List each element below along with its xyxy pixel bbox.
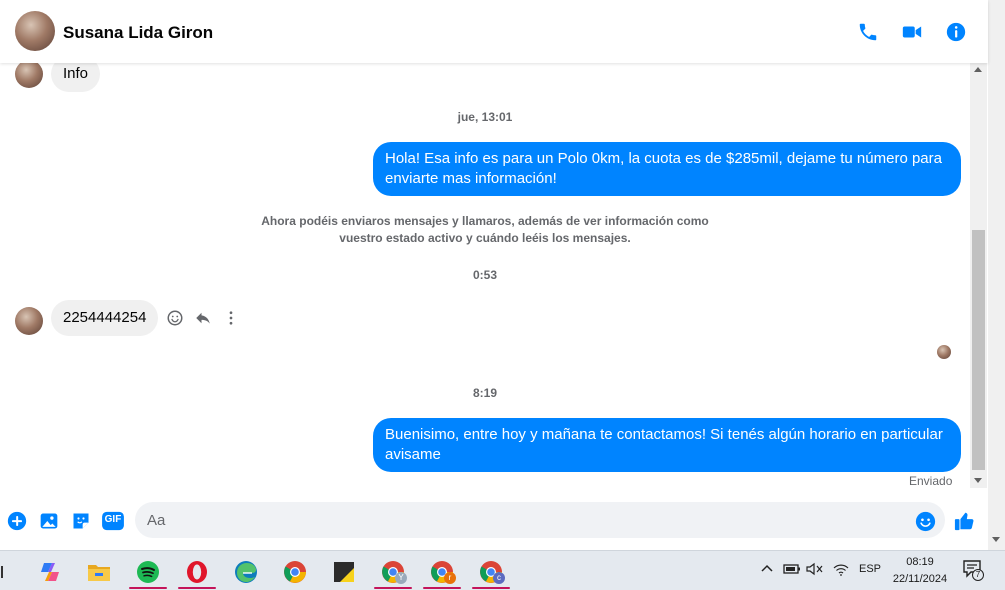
gif-icon[interactable]: GIF — [101, 510, 125, 532]
outgoing-message[interactable]: Hola! Esa info es para un Polo 0km, la c… — [373, 142, 961, 196]
contact-avatar-small[interactable] — [15, 63, 43, 88]
edge-icon[interactable] — [226, 555, 266, 589]
timestamp: jue, 13:01 — [457, 110, 513, 124]
app-running-indicator — [472, 587, 510, 589]
sticker-icon[interactable] — [70, 510, 92, 532]
messages-scrollbar[interactable] — [970, 63, 987, 488]
spotify-icon[interactable] — [128, 555, 168, 589]
react-emoji-icon[interactable] — [164, 307, 186, 329]
app-running-indicator — [129, 587, 167, 589]
read-receipt-avatar — [937, 345, 951, 359]
file-explorer-icon[interactable] — [79, 555, 119, 589]
info-icon[interactable] — [944, 20, 968, 44]
clock-date: 22/11/2024 — [892, 573, 948, 585]
app-running-indicator — [374, 587, 412, 589]
message-actions — [164, 307, 242, 329]
timestamp: 8:19 — [472, 386, 498, 400]
wifi-icon[interactable] — [833, 562, 849, 579]
page-scroll-down-arrow-icon[interactable] — [992, 537, 1000, 542]
scroll-up-arrow-icon[interactable] — [974, 67, 982, 72]
chrome-icon[interactable] — [275, 555, 315, 589]
phone-icon[interactable] — [856, 20, 880, 44]
plus-icon[interactable] — [6, 510, 28, 532]
emoji-icon[interactable] — [914, 510, 936, 532]
task-view-icon[interactable] — [0, 555, 8, 589]
contact-name[interactable]: Susana Lida Giron — [63, 23, 213, 43]
scroll-down-arrow-icon[interactable] — [974, 478, 982, 483]
reply-icon[interactable] — [192, 307, 214, 329]
page-scrollbar[interactable] — [988, 0, 1005, 550]
message-input[interactable] — [135, 502, 945, 538]
connection-notice: Ahora podéis enviaros mensajes y llamaro… — [261, 214, 709, 245]
notifications-icon[interactable]: 7 — [963, 560, 984, 581]
incoming-message[interactable]: Info — [51, 63, 101, 92]
incoming-message[interactable]: 2254444254 — [51, 300, 159, 336]
message-composer: GIF — [0, 490, 988, 550]
profile-badge: Y — [395, 572, 407, 584]
like-icon[interactable] — [954, 510, 976, 532]
gif-label: GIF — [104, 514, 122, 525]
messenger-window: Susana Lida Giron Info jue, 13:01 Hola! … — [0, 0, 1005, 590]
chrome-profile-c-icon[interactable]: c — [471, 555, 511, 589]
chrome-profile-y-icon[interactable]: Y — [373, 555, 413, 589]
notification-count-badge: 7 — [972, 569, 984, 581]
volume-muted-icon[interactable] — [806, 562, 824, 579]
sticky-notes-icon[interactable] — [324, 555, 364, 589]
copilot-icon[interactable] — [30, 555, 70, 589]
message-status: Enviado — [909, 474, 953, 488]
conversation-header: Susana Lida Giron — [0, 0, 988, 63]
system-clock[interactable]: 08:19 22/11/2024 — [885, 554, 955, 588]
show-hidden-icons-chevron-icon[interactable] — [761, 563, 773, 576]
photo-icon[interactable] — [38, 510, 60, 532]
clock-time: 08:19 — [906, 556, 934, 568]
app-running-indicator — [178, 587, 216, 589]
more-options-icon[interactable] — [220, 307, 242, 329]
message-list[interactable]: Info jue, 13:01 Hola! Esa info es para u… — [0, 63, 970, 490]
outgoing-message[interactable]: Buenisimo, entre hoy y mañana te contact… — [373, 418, 961, 472]
app-running-indicator — [423, 587, 461, 589]
timestamp: 0:53 — [472, 268, 498, 282]
windows-taskbar: Y r c ESP 08:19 22/11/2024 7 — [0, 550, 1005, 590]
chrome-profile-r-icon[interactable]: r — [422, 555, 462, 589]
profile-badge: r — [444, 572, 456, 584]
input-language[interactable]: ESP — [859, 563, 881, 575]
contact-avatar-small[interactable] — [15, 307, 43, 335]
battery-icon[interactable] — [783, 563, 801, 578]
opera-icon[interactable] — [177, 555, 217, 589]
contact-avatar[interactable] — [15, 11, 55, 51]
profile-badge: c — [493, 572, 505, 584]
scrollbar-thumb[interactable] — [972, 230, 985, 470]
video-camera-icon[interactable] — [900, 20, 924, 44]
